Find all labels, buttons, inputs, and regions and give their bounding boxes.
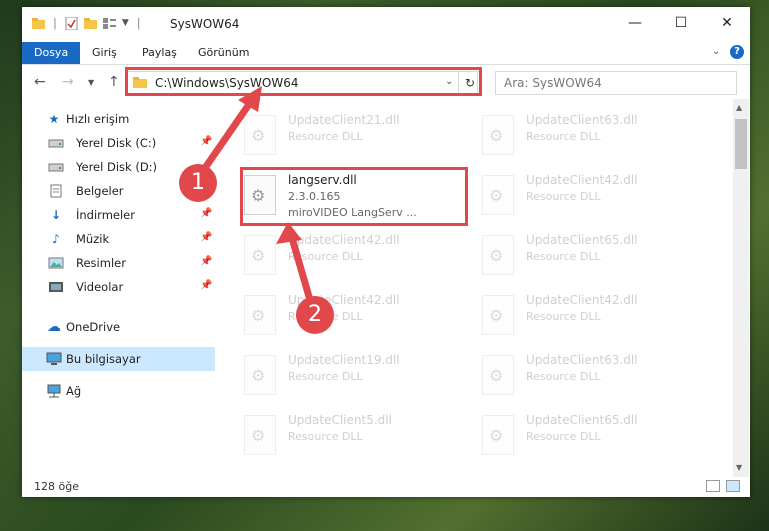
step-2-badge: 2: [296, 296, 334, 334]
arrow-2-line: [288, 237, 314, 301]
step-1-badge: 1: [179, 164, 217, 202]
arrow-1-line: [202, 98, 255, 170]
arrow-2-head: [276, 222, 302, 244]
annotation-arrows: [202, 86, 314, 301]
